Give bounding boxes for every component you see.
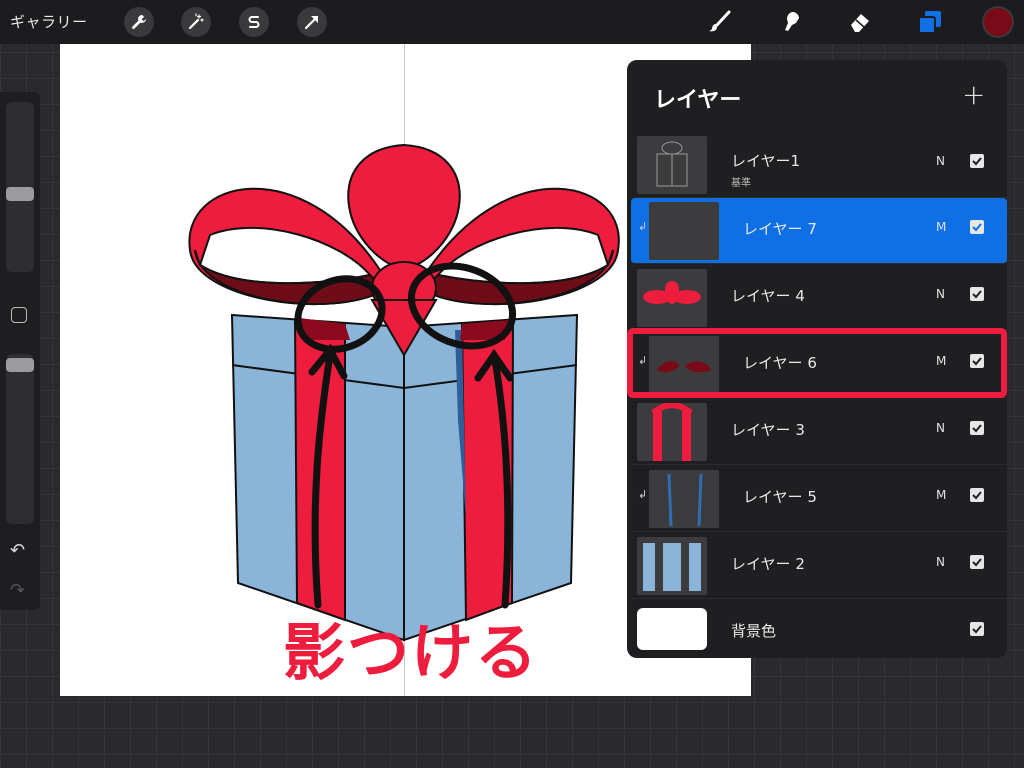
layer-thumbnail bbox=[637, 136, 707, 194]
layer-visibility-checkbox[interactable] bbox=[970, 488, 984, 502]
background-color-swatch[interactable] bbox=[637, 608, 707, 650]
opacity-slider[interactable] bbox=[6, 354, 34, 524]
left-sidebar: ↶ ↷ bbox=[0, 92, 40, 610]
layer-visibility-checkbox[interactable] bbox=[970, 287, 984, 301]
layer-reference-label: 基準 bbox=[731, 178, 751, 189]
annotation-highlight-box bbox=[627, 328, 1007, 398]
layer-row-5[interactable]: ↲ レイヤー 5 M bbox=[631, 466, 1007, 532]
layer-name: レイヤー 3 bbox=[731, 421, 805, 439]
clipping-mask-icon: ↲ bbox=[638, 220, 648, 233]
caption-text: 影つける bbox=[283, 616, 540, 689]
blend-mode-label[interactable]: M bbox=[936, 220, 946, 234]
layer-name: レイヤー 5 bbox=[743, 488, 817, 506]
blend-mode-label[interactable]: N bbox=[936, 555, 945, 569]
layer-visibility-checkbox[interactable] bbox=[970, 154, 984, 168]
layer-visibility-checkbox[interactable] bbox=[970, 622, 984, 636]
layer-visibility-checkbox[interactable] bbox=[970, 555, 984, 569]
layer-thumbnail bbox=[637, 269, 707, 327]
layer-row-background[interactable]: 背景色 bbox=[631, 600, 1007, 658]
blend-mode-label[interactable]: N bbox=[936, 154, 945, 168]
layer-visibility-checkbox[interactable] bbox=[970, 220, 984, 234]
opacity-thumb[interactable] bbox=[6, 358, 34, 372]
layer-row-4[interactable]: レイヤー 4 N bbox=[631, 265, 1007, 331]
modify-button[interactable] bbox=[11, 307, 27, 323]
blend-mode-label[interactable]: M bbox=[936, 488, 946, 502]
layer-row-7[interactable]: ↲ レイヤー 7 M bbox=[631, 198, 1007, 264]
layer-name: レイヤー 4 bbox=[731, 287, 805, 305]
layer-row-2[interactable]: レイヤー 2 N bbox=[631, 533, 1007, 599]
layer-thumbnail bbox=[637, 403, 707, 461]
add-layer-button[interactable]: + bbox=[962, 78, 985, 111]
clipping-mask-icon: ↲ bbox=[638, 488, 648, 501]
layer-row-1[interactable]: レイヤー1 基準 N bbox=[631, 132, 1007, 198]
brush-size-slider[interactable] bbox=[6, 102, 34, 272]
layer-thumbnail bbox=[649, 470, 719, 528]
layer-name: レイヤー 2 bbox=[731, 555, 805, 573]
brush-size-thumb[interactable] bbox=[6, 187, 34, 201]
layers-panel-title: レイヤー bbox=[654, 88, 742, 113]
layer-thumbnail bbox=[649, 202, 719, 260]
layer-name: レイヤー1 bbox=[731, 152, 801, 170]
layer-thumbnail bbox=[637, 537, 707, 595]
layer-row-3[interactable]: レイヤー 3 N bbox=[631, 399, 1007, 465]
undo-icon[interactable]: ↶ bbox=[10, 540, 25, 561]
layer-visibility-checkbox[interactable] bbox=[970, 421, 984, 435]
blend-mode-label[interactable]: N bbox=[936, 421, 945, 435]
layer-name: レイヤー 7 bbox=[743, 220, 817, 238]
redo-icon[interactable]: ↷ bbox=[10, 580, 25, 601]
blend-mode-label[interactable]: N bbox=[936, 287, 945, 301]
layer-name: 背景色 bbox=[731, 622, 777, 640]
